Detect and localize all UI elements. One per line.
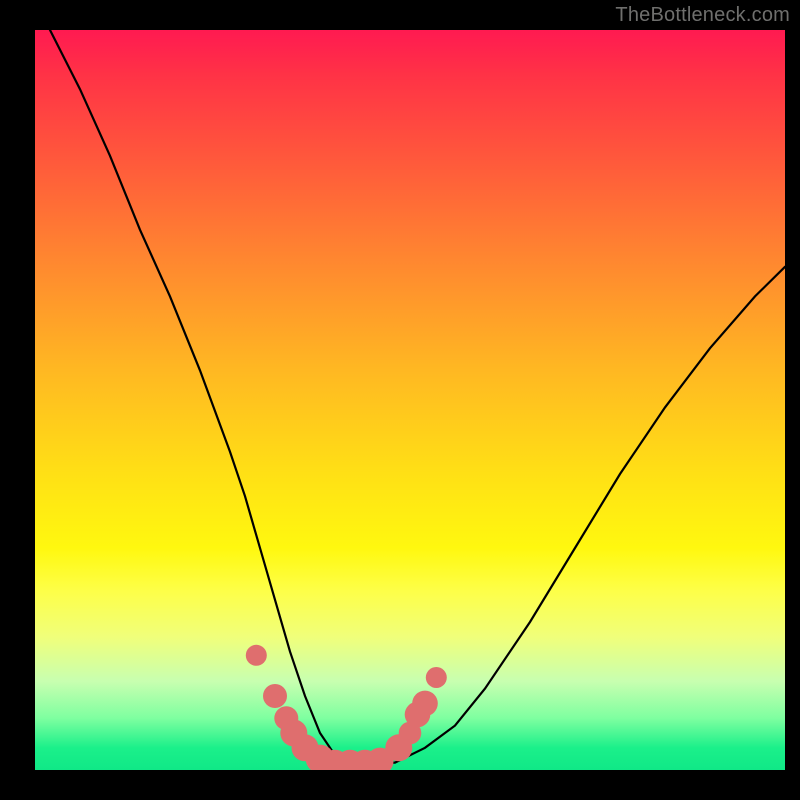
highlight-marker bbox=[426, 667, 447, 688]
highlight-marker bbox=[263, 684, 287, 708]
chart-frame: TheBottleneck.com bbox=[0, 0, 800, 800]
watermark-text: TheBottleneck.com bbox=[615, 4, 790, 27]
chart-svg bbox=[35, 30, 785, 770]
highlight-marker bbox=[246, 645, 267, 666]
bottleneck-curve bbox=[50, 30, 785, 763]
highlight-marker bbox=[412, 691, 438, 717]
chart-plot-area bbox=[35, 30, 785, 770]
